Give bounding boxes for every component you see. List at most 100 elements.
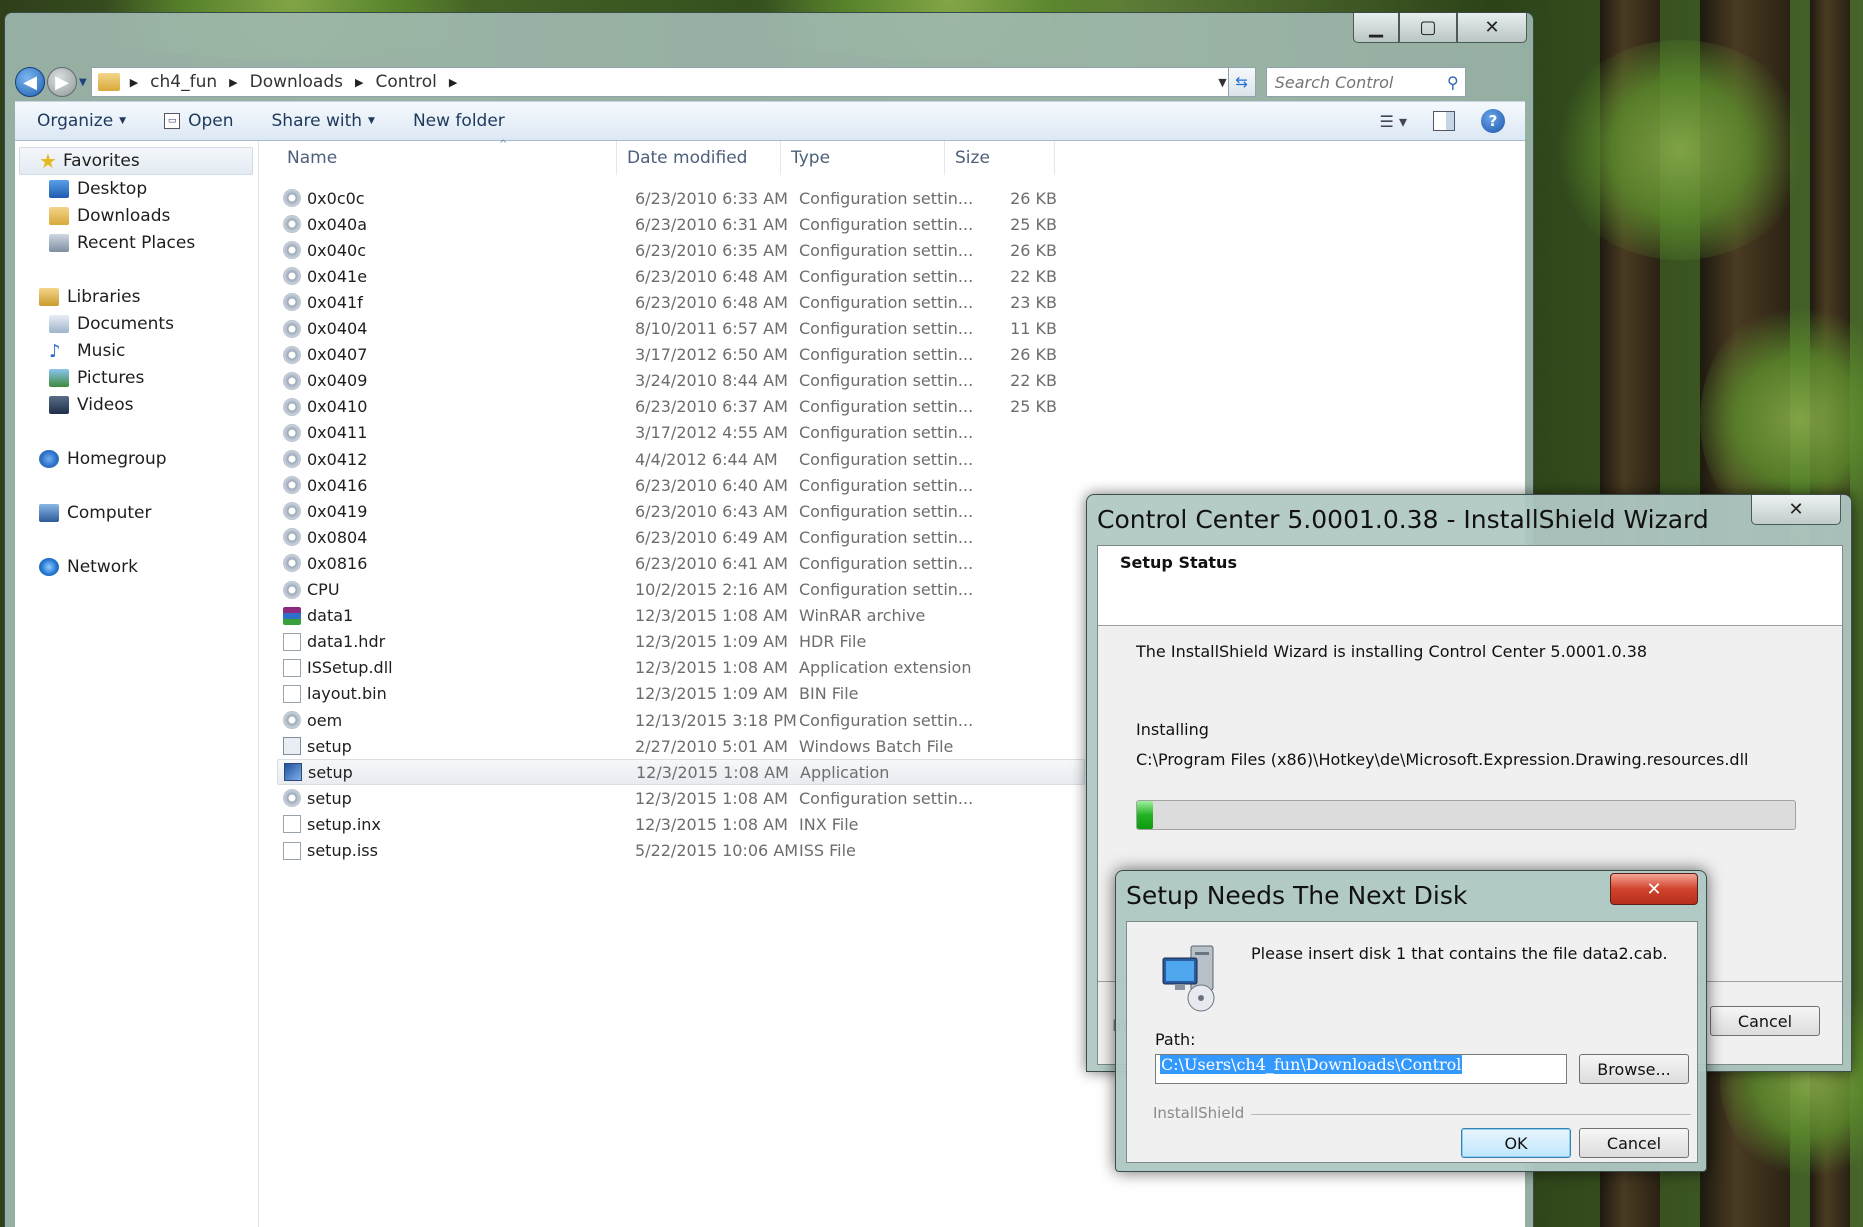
file-row[interactable]: setup.iss 5/22/2015 10:06 AM ISS File <box>277 838 1085 864</box>
nav-item-computer[interactable]: Computer <box>39 499 152 527</box>
file-row[interactable]: oem 12/13/2015 3:18 PM Configuration setti… <box>277 707 1085 733</box>
file-row[interactable]: 0x040c 6/23/2010 6:35 AM Configuration set… <box>277 237 1085 263</box>
file-row[interactable]: 0x0419 6/23/2010 6:43 AM Configuration set… <box>277 498 1085 524</box>
nav-label: Pictures <box>77 368 145 388</box>
address-dropdown-icon[interactable]: ▼ <box>1218 76 1226 89</box>
minimize-button[interactable]: ▁ <box>1353 13 1399 43</box>
file-row[interactable]: layout.bin 12/3/2015 1:09 AM BIN File <box>277 681 1085 707</box>
file-row[interactable]: ISSetup.dll 12/3/2015 1:08 AM Application … <box>277 655 1085 681</box>
file-name: 0x0410 <box>307 397 368 417</box>
help-icon[interactable]: ? <box>1481 109 1505 133</box>
nav-item-homegroup[interactable]: Homegroup <box>39 445 167 473</box>
file-type: Configuration settin... <box>799 214 974 234</box>
nav-item-pictures[interactable]: Pictures <box>49 364 144 392</box>
file-row[interactable]: setup.inx 12/3/2015 1:08 AM INX File <box>277 811 1085 837</box>
file-date: 6/23/2010 6:48 AM <box>635 292 788 312</box>
history-dropdown-icon[interactable]: ▼ <box>79 77 87 88</box>
path-input[interactable]: C:\Users\ch4_fun\Downloads\Control <box>1155 1054 1567 1084</box>
wizard-cancel-button[interactable]: Cancel <box>1710 1006 1820 1036</box>
close-button[interactable]: ✕ <box>1457 13 1527 43</box>
nav-item-desktop[interactable]: Desktop <box>49 175 147 203</box>
wizard-status-label: Installing <box>1136 720 1209 739</box>
chevron-down-icon: ▼ <box>368 116 375 126</box>
browse-button[interactable]: Browse... <box>1579 1054 1689 1084</box>
column-header-name[interactable]: Name ^ <box>277 139 617 175</box>
refresh-button[interactable]: ⇆ <box>1227 67 1256 97</box>
minimize-icon: ▁ <box>1369 17 1383 38</box>
wizard-current-file: C:\Program Files (x86)\Hotkey\de\Microso… <box>1136 750 1749 769</box>
file-type: Configuration settin... <box>799 788 974 808</box>
breadcrumb-chevron-icon[interactable]: ▶ <box>355 76 363 89</box>
file-row[interactable]: setup 12/3/2015 1:08 AM Configuration sett… <box>277 785 1085 811</box>
address-bar[interactable]: ▶ ch4_fun ▶ Downloads ▶ Control ▶ ▼ <box>90 67 1256 97</box>
breadcrumb-chevron-icon[interactable]: ▶ <box>130 76 138 89</box>
nav-item-downloads[interactable]: Downloads <box>49 202 170 230</box>
file-row[interactable]: CPU 10/2/2015 2:16 AM Configuration settin… <box>277 577 1085 603</box>
file-row[interactable]: data1 12/3/2015 1:08 AM WinRAR archive <box>277 603 1085 629</box>
maximize-button[interactable]: ▢ <box>1399 13 1457 43</box>
search-icon[interactable]: ⚲ <box>1447 73 1459 92</box>
change-view-icon[interactable]: ☰ ▾ <box>1380 112 1407 131</box>
file-size: 22 KB <box>1010 371 1057 391</box>
back-button[interactable]: ◀ <box>15 67 45 97</box>
column-header-type[interactable]: Type <box>781 141 945 175</box>
forward-button[interactable]: ▶ <box>47 67 77 97</box>
dialog-close-button[interactable]: ✕ <box>1610 873 1698 905</box>
breadcrumb-chevron-icon[interactable]: ▶ <box>229 76 237 89</box>
file-row[interactable]: 0x0409 3/24/2010 8:44 AM Configuration set… <box>277 368 1085 394</box>
nav-item-network[interactable]: Network <box>39 553 138 581</box>
wizard-close-button[interactable]: ✕ <box>1751 495 1841 525</box>
breadcrumb-chevron-icon[interactable]: ▶ <box>449 76 457 89</box>
file-row[interactable]: setup 12/3/2015 1:08 AM Application <box>277 759 1085 786</box>
file-row[interactable]: setup 2/27/2010 5:01 AM Windows Batch File <box>277 733 1085 759</box>
file-row[interactable]: 0x041e 6/23/2010 6:48 AM Configuration set… <box>277 263 1085 289</box>
breadcrumb-control[interactable]: Control <box>375 72 436 92</box>
file-type: Configuration settin... <box>799 449 974 469</box>
file-name: setup.inx <box>307 814 381 834</box>
config-file-icon <box>283 711 301 729</box>
file-row[interactable]: 0x041f 6/23/2010 6:48 AM Configuration set… <box>277 289 1085 315</box>
network-icon <box>39 558 59 576</box>
file-row[interactable]: 0x0404 8/10/2011 6:57 AM Configuration set… <box>277 316 1085 342</box>
search-input[interactable] <box>1274 72 1425 92</box>
nav-item-music[interactable]: ♪ Music <box>49 337 125 365</box>
open-icon: ▭ <box>164 113 181 129</box>
file-row[interactable]: 0x0412 4/4/2012 6:44 AM Configuration sett… <box>277 446 1085 472</box>
file-type: Configuration settin... <box>799 501 974 521</box>
file-type: Configuration settin... <box>799 553 974 573</box>
file-row[interactable]: 0x0410 6/23/2010 6:37 AM Configuration set… <box>277 394 1085 420</box>
column-header-date[interactable]: Date modified <box>617 141 781 175</box>
organize-button[interactable]: Organize ▼ <box>37 111 126 131</box>
cancel-button[interactable]: Cancel <box>1579 1128 1689 1158</box>
file-row[interactable]: 0x0816 6/23/2010 6:41 AM Configuration set… <box>277 550 1085 576</box>
file-row[interactable]: 0x0411 3/17/2012 4:55 AM Configuration set… <box>277 420 1085 446</box>
open-button[interactable]: ▭ Open <box>164 111 234 131</box>
new-folder-button[interactable]: New folder <box>413 111 505 131</box>
command-bar: Organize ▼ ▭ Open Share with ▼ New folde… <box>15 101 1525 141</box>
file-row[interactable]: 0x0804 6/23/2010 6:49 AM Configuration set… <box>277 524 1085 550</box>
column-header-size[interactable]: Size <box>945 141 1055 175</box>
file-row[interactable]: 0x0416 6/23/2010 6:40 AM Configuration set… <box>277 472 1085 498</box>
preview-pane-icon[interactable] <box>1433 111 1455 131</box>
file-row[interactable]: 0x040a 6/23/2010 6:31 AM Configuration set… <box>277 211 1085 237</box>
file-date: 6/23/2010 6:31 AM <box>635 214 788 234</box>
file-name: data1 <box>307 606 354 626</box>
share-with-button[interactable]: Share with ▼ <box>272 111 375 131</box>
config-file-icon <box>283 345 301 364</box>
libraries-icon <box>39 288 59 306</box>
nav-item-documents[interactable]: Documents <box>49 310 174 338</box>
file-size: 11 KB <box>1010 319 1057 338</box>
config-file-icon <box>283 371 301 390</box>
breadcrumb-ch4-fun[interactable]: ch4_fun <box>150 72 217 92</box>
nav-item-videos[interactable]: Videos <box>49 391 134 419</box>
nav-item-libraries[interactable]: Libraries <box>39 283 140 311</box>
nav-item-recent-places[interactable]: Recent Places <box>49 229 195 257</box>
ok-button[interactable]: OK <box>1461 1128 1571 1158</box>
nav-item-favorites[interactable]: ★ Favorites <box>39 147 140 175</box>
file-type: Configuration settin... <box>799 397 974 417</box>
breadcrumb-downloads[interactable]: Downloads <box>250 72 343 92</box>
file-row[interactable]: 0x0407 3/17/2012 6:50 AM Configuration set… <box>277 342 1085 368</box>
file-row[interactable]: 0x0c0c 6/23/2010 6:33 AM Configuration set… <box>277 185 1085 211</box>
file-date: 12/3/2015 1:08 AM <box>635 814 788 834</box>
file-row[interactable]: data1.hdr 12/3/2015 1:09 AM HDR File <box>277 629 1085 655</box>
